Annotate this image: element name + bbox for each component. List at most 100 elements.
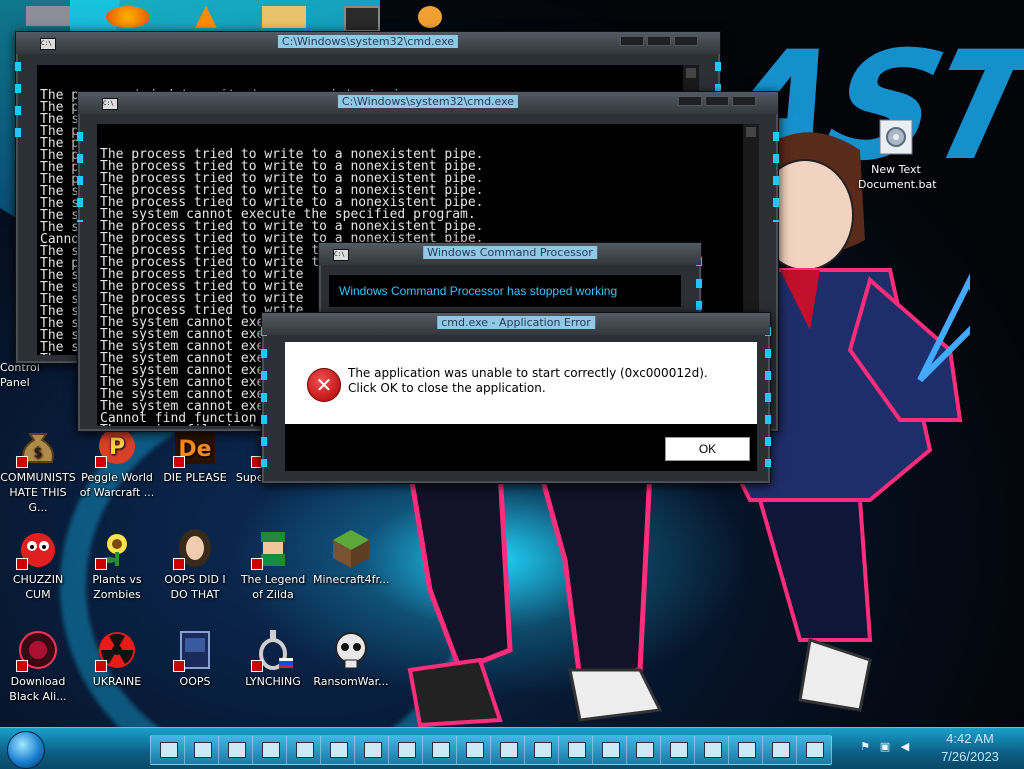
explorer-icon: [534, 742, 552, 758]
plants-icon: [95, 526, 139, 570]
taskbar-item[interactable]: [796, 735, 832, 765]
taskbar-item[interactable]: [592, 735, 628, 765]
orb-icon: [16, 628, 60, 672]
chuzzle-icon: [16, 526, 60, 570]
taskbar-item[interactable]: [694, 735, 730, 765]
radiation-icon: [95, 628, 139, 672]
taskbar-item[interactable]: [388, 735, 424, 765]
noose-icon: [251, 628, 295, 672]
desktop-icon-top-2[interactable]: [90, 6, 166, 30]
taskbar-item[interactable]: [490, 735, 526, 765]
desktop-icon-15[interactable]: Control Panel: [0, 360, 70, 390]
explorer-icon: [772, 742, 790, 758]
taskbar: ⚑ ▣ ◀ 4:42 AM 7/26/2023: [0, 727, 1024, 769]
explorer-icon: [262, 742, 280, 758]
error-dialog-footer: OK: [285, 424, 757, 471]
desktop-icon-label: Control Panel: [0, 361, 40, 389]
zelda-icon: [251, 526, 295, 570]
clock-time: 4:42 AM: [946, 731, 994, 746]
desktop-icon-top-3[interactable]: [168, 6, 244, 30]
cmd-icon: C:\: [333, 249, 349, 261]
desktop-icon-5[interactable]: Plants vs Zombies: [79, 526, 155, 602]
desktop-icon-6[interactable]: OOPS DID I DO THAT: [157, 526, 233, 602]
desktop-icon-top-4[interactable]: [246, 6, 322, 30]
desktop-icon-top-5[interactable]: [324, 6, 400, 34]
start-button[interactable]: [7, 731, 45, 769]
firefox-icon: [106, 6, 150, 28]
dialog-body: Windows Command Processor has stopped wo…: [329, 275, 681, 307]
taskbar-item[interactable]: [524, 735, 560, 765]
title-bar[interactable]: C:\ C:\Windows\system32\cmd.exe: [78, 92, 778, 114]
close-button[interactable]: [732, 96, 756, 106]
explorer-icon: [194, 742, 212, 758]
taskbar-item[interactable]: [422, 735, 458, 765]
desktop-icon-top-1[interactable]: [10, 6, 86, 28]
explorer-icon: [160, 742, 178, 758]
scroll-up-arrow[interactable]: [746, 127, 756, 137]
desktop-icon-top-6[interactable]: [392, 6, 468, 30]
taskbar-item[interactable]: [626, 735, 662, 765]
taskbar-item[interactable]: [150, 735, 186, 765]
title-bar[interactable]: C:\ C:\Windows\system32\cmd.exe: [16, 32, 720, 54]
desktop-icon-8[interactable]: Minecraft4fr...: [313, 526, 389, 587]
taskbar-item[interactable]: [354, 735, 390, 765]
desktop-icon-12[interactable]: LYNCHING: [235, 628, 311, 689]
taskbar-item[interactable]: [660, 735, 696, 765]
desktop-icon-label: Plants vs Zombies: [92, 573, 142, 601]
error-x-icon: ✕: [307, 368, 341, 402]
maximize-button[interactable]: [647, 36, 671, 46]
desktop-icon-label: The Legend of Zilda: [240, 573, 306, 601]
ok-button[interactable]: OK: [665, 437, 750, 461]
action-center-icon[interactable]: ⚑: [858, 740, 872, 754]
portrait-icon: [173, 526, 217, 570]
frame-light-strip: [765, 327, 771, 467]
taskbar-item[interactable]: [456, 735, 492, 765]
desktop-icon-label: DIE PLEASE: [163, 471, 227, 484]
minimize-button[interactable]: [678, 96, 702, 106]
desktop-icon-13[interactable]: RansomWar...: [313, 628, 389, 689]
desktop-icon-label: CHUZZIN CUM: [12, 573, 64, 601]
cmd-icon: C:\: [40, 38, 56, 50]
clock[interactable]: 4:42 AM 7/26/2023: [930, 730, 1010, 766]
title-bar[interactable]: cmd.exe - Application Error: [262, 313, 770, 335]
taskbar-item[interactable]: [558, 735, 594, 765]
taskbar-item[interactable]: [252, 735, 288, 765]
desktop-icon-0[interactable]: $ COMMUNISTS HATE THIS G...: [0, 424, 76, 515]
taskbar-item[interactable]: [320, 735, 356, 765]
book-icon: [173, 628, 217, 672]
explorer-icon: [398, 742, 416, 758]
system-tray: ⚑ ▣ ◀: [858, 740, 912, 754]
explorer-icon: [466, 742, 484, 758]
taskbar-item[interactable]: [728, 735, 764, 765]
error-dialog-body: ✕ The application was unable to start co…: [285, 342, 757, 424]
frame-light-strip: [773, 132, 779, 222]
frame-light-strip: [261, 327, 267, 467]
scroll-up-arrow[interactable]: [686, 68, 696, 78]
desktop-icon-label: Minecraft4fr...: [313, 573, 390, 586]
desktop-icon-10[interactable]: UKRAINE: [79, 628, 155, 689]
desktop-icon-14[interactable]: New Text Document.bat: [858, 116, 937, 192]
maximize-button[interactable]: [705, 96, 729, 106]
title-bar[interactable]: C:\ Windows Command Processor: [319, 243, 701, 265]
volume-icon[interactable]: ◀: [898, 740, 912, 754]
explorer-icon: [670, 742, 688, 758]
app-icon: [418, 6, 442, 28]
taskbar-item[interactable]: [184, 735, 220, 765]
minimize-button[interactable]: [620, 36, 644, 46]
stopped-working-dialog[interactable]: C:\ Windows Command Processor Windows Co…: [318, 242, 702, 320]
desktop-icon-4[interactable]: CHUZZIN CUM: [0, 526, 76, 602]
desktop-icon-2[interactable]: De DIE PLEASE: [157, 424, 233, 485]
taskbar-item[interactable]: [762, 735, 798, 765]
desktop-icon-11[interactable]: OOPS: [157, 628, 233, 689]
desktop-icon-1[interactable]: P Peggle World of Warcraft ...: [79, 424, 155, 500]
close-button[interactable]: [674, 36, 698, 46]
explorer-icon: [636, 742, 654, 758]
wallpaper-character-legs: [407, 470, 663, 728]
desktop-icon-7[interactable]: The Legend of Zilda: [235, 526, 311, 602]
taskbar-item[interactable]: [286, 735, 322, 765]
desktop-icon-9[interactable]: Download Black Ali...: [0, 628, 76, 704]
clock-date: 7/26/2023: [941, 749, 999, 764]
taskbar-item[interactable]: [218, 735, 254, 765]
network-icon[interactable]: ▣: [878, 740, 892, 754]
desktop-icon-label: LYNCHING: [245, 675, 301, 688]
